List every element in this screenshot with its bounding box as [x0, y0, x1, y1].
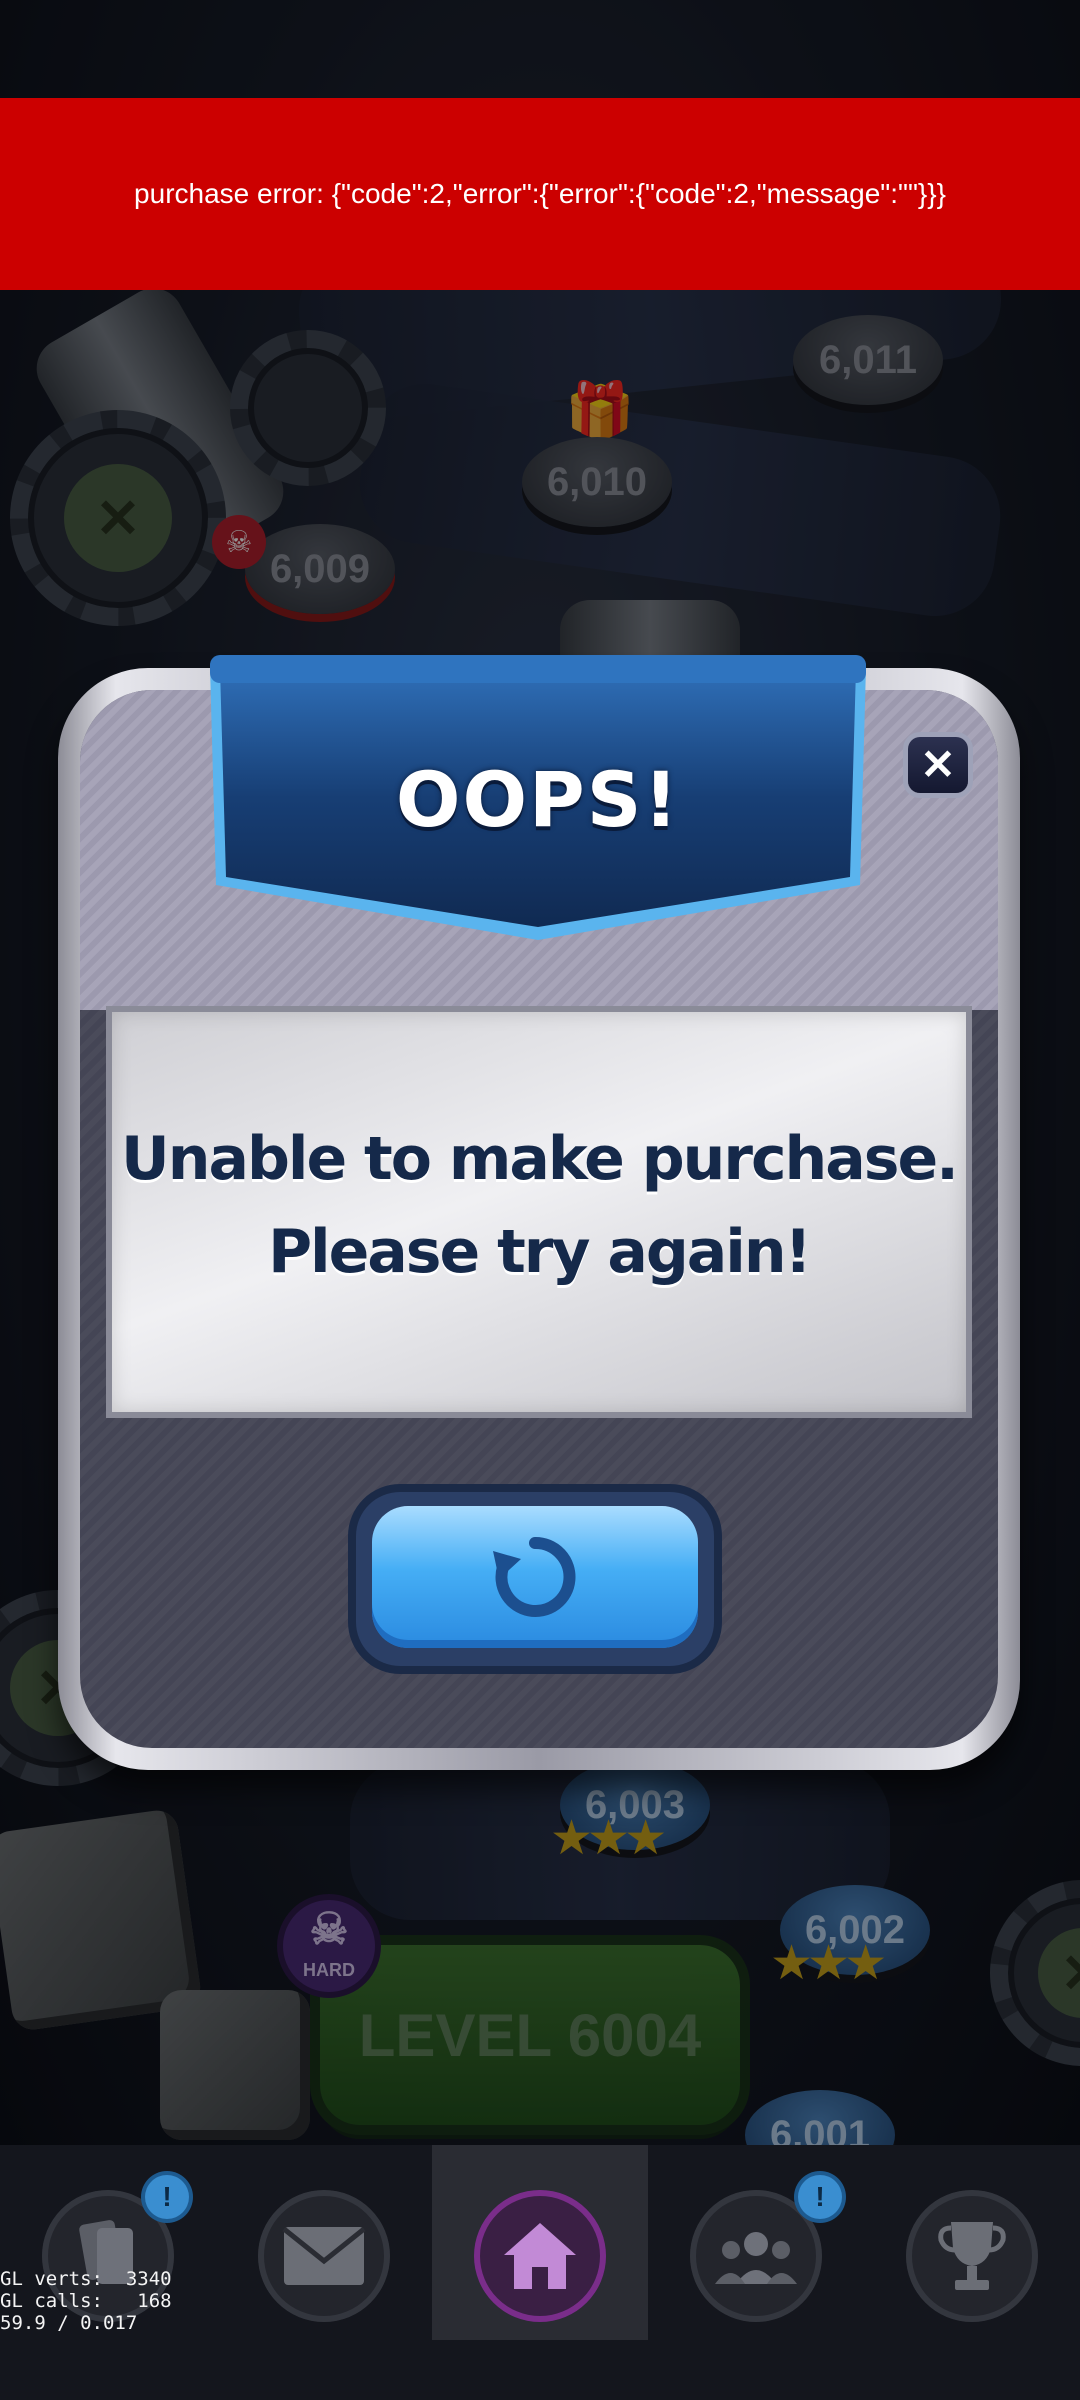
debug-line: GL verts: 3340 [0, 2268, 172, 2290]
error-banner: purchase error: {"code":2,"error":{"erro… [0, 98, 1080, 290]
retry-button-face [372, 1506, 698, 1648]
title-ribbon: OOPS! [210, 655, 866, 945]
notification-text: ! [162, 2181, 172, 2212]
debug-line: 59.9 / 0.017 [0, 2312, 138, 2334]
retry-icon [493, 1536, 576, 1617]
retry-button[interactable] [356, 1492, 714, 1666]
mail-icon [258, 2190, 390, 2322]
debug-line: GL calls: 168 [0, 2290, 172, 2312]
notification-badge: ! [798, 2175, 842, 2219]
nav-trophy[interactable] [864, 2145, 1080, 2340]
error-banner-text: purchase error: {"code":2,"error":{"erro… [134, 178, 946, 209]
close-icon: ✕ [920, 741, 956, 788]
notification-badge: ! [145, 2175, 189, 2219]
error-message-line1: Unable to make purchase. [121, 1124, 959, 1194]
nav-home[interactable] [432, 2145, 648, 2340]
debug-overlay: GL verts: 3340 GL calls: 168 59.9 / 0.017 [0, 2268, 172, 2334]
close-button[interactable]: ✕ [908, 737, 968, 793]
nav-team[interactable]: ! [648, 2145, 864, 2340]
nav-mail[interactable] [216, 2145, 432, 2340]
notification-text: ! [815, 2181, 825, 2212]
home-icon [474, 2190, 606, 2322]
message-panel: Unable to make purchase. Please try agai… [106, 1006, 972, 1418]
dialog-title: OOPS! [395, 755, 681, 844]
trophy-icon [906, 2190, 1038, 2322]
error-message-line2: Please try again! [268, 1217, 812, 1287]
